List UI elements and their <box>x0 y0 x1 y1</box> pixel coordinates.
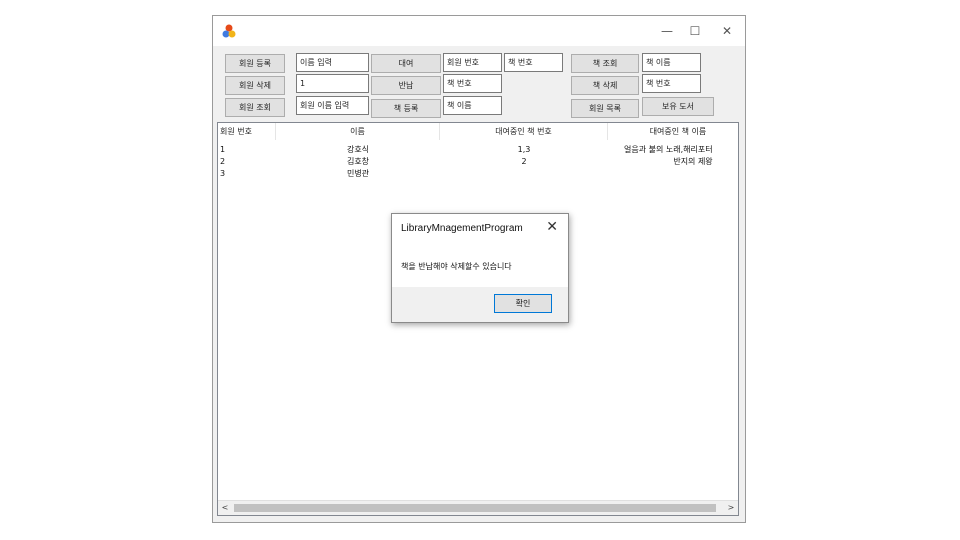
dialog-message: 책을 반납해야 삭제할수 있습니다 <box>401 262 512 271</box>
cell-name: 민병관 <box>346 169 370 178</box>
lend-button[interactable]: 대여 <box>371 54 441 73</box>
dialog-footer: 확인 <box>392 287 568 322</box>
register-member-button[interactable]: 회원 등록 <box>225 54 285 73</box>
cell-name: 강호식 <box>346 145 370 154</box>
title-bar: — ☐ ✕ <box>213 16 745 46</box>
message-dialog: LibraryMnagementProgram ✕ 책을 반납해야 삭제할수 있… <box>391 213 569 323</box>
owned-books-button[interactable]: 보유 도서 <box>642 97 714 116</box>
dialog-close-icon[interactable]: ✕ <box>546 219 558 235</box>
column-header-book-no[interactable]: 대여중인 책 번호 <box>440 123 608 140</box>
lend-book-no-input[interactable]: 책 번호 <box>504 53 563 72</box>
cell-member-no: 2 <box>220 157 226 166</box>
lend-member-no-input[interactable]: 회원 번호 <box>443 53 502 72</box>
scroll-left-icon[interactable]: < <box>218 501 232 515</box>
cell-member-no: 1 <box>220 145 226 154</box>
column-header-book-name[interactable]: 대여중인 책 이름 <box>608 123 738 140</box>
search-member-name-input[interactable]: 회원 이름 입력 <box>296 96 369 115</box>
cell-member-no: 3 <box>220 169 226 178</box>
column-header-name[interactable]: 이름 <box>276 123 440 140</box>
member-list-button[interactable]: 회원 목록 <box>571 99 639 118</box>
delete-member-no-input[interactable]: 1 <box>296 74 369 93</box>
cell-name: 김호창 <box>346 157 370 166</box>
cell-book-name: 얼음과 불의 노래,해리포터 <box>624 145 713 154</box>
scroll-right-icon[interactable]: > <box>724 501 738 515</box>
return-button[interactable]: 반납 <box>371 76 441 95</box>
delete-book-button[interactable]: 책 삭제 <box>571 76 639 95</box>
cell-book-no: 2 <box>521 157 527 166</box>
horizontal-scrollbar[interactable]: < > <box>218 500 738 515</box>
scroll-thumb[interactable] <box>234 504 716 512</box>
return-book-no-input[interactable]: 책 번호 <box>443 74 502 93</box>
member-name-input[interactable]: 이름 입력 <box>296 53 369 72</box>
delete-member-button[interactable]: 회원 삭제 <box>225 76 285 95</box>
table-row[interactable]: 2 김호창 2 반지의 제왕 <box>218 156 738 167</box>
ok-button[interactable]: 확인 <box>494 294 552 313</box>
register-book-button[interactable]: 책 등록 <box>371 99 441 118</box>
register-book-name-input[interactable]: 책 이름 <box>443 96 502 115</box>
table-row[interactable]: 1 강호식 1,3 얼음과 불의 노래,해리포터 <box>218 144 738 155</box>
delete-book-no-input[interactable]: 책 번호 <box>642 74 701 93</box>
book-search-name-input[interactable]: 책 이름 <box>642 53 701 72</box>
dialog-title: LibraryMnagementProgram <box>401 223 523 234</box>
column-header-member-no[interactable]: 회원 번호 <box>218 123 276 140</box>
table-header: 회원 번호 이름 대여중인 책 번호 대여중인 책 이름 <box>218 123 738 140</box>
book-search-button[interactable]: 책 조회 <box>571 54 639 73</box>
cell-book-no: 1,3 <box>517 145 531 154</box>
app-icon <box>222 24 236 38</box>
close-button[interactable]: ✕ <box>707 16 747 46</box>
cell-book-name: 반지의 제왕 <box>673 157 713 166</box>
search-member-button[interactable]: 회원 조회 <box>225 98 285 117</box>
table-row[interactable]: 3 민병관 <box>218 168 738 179</box>
